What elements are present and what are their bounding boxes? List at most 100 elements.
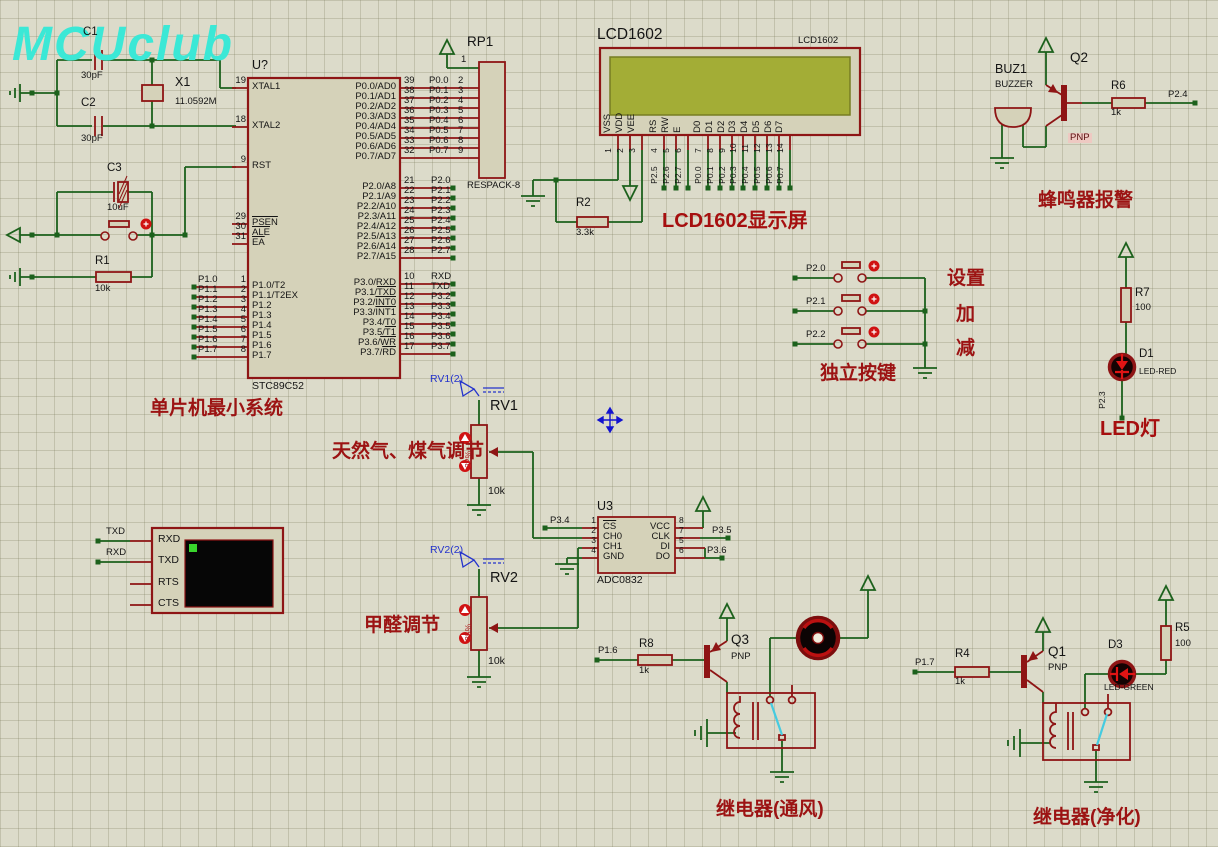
rp1-body[interactable]: [479, 62, 505, 178]
resistor-r1[interactable]: [96, 272, 131, 282]
mcu-pin-number: 19: [235, 76, 246, 86]
relay-fan-contact-nc: [789, 697, 796, 704]
lcd-pin-name: D2: [717, 121, 727, 133]
resistor-r2[interactable]: [577, 217, 608, 227]
q2-type: PNP: [1068, 133, 1092, 143]
reset-button-cap[interactable]: [109, 221, 129, 227]
relay-purify-contact: [1082, 709, 1089, 716]
r8-value: 1k: [639, 666, 649, 676]
lcd-pin-number: 12: [753, 143, 762, 152]
caption-formaldehyde-adjust: 甲醛调节: [364, 616, 440, 636]
resistor-r7[interactable]: [1121, 288, 1131, 322]
mcu-pin-name: XTAL2: [252, 121, 280, 131]
adc-pin-number: 8: [679, 516, 684, 525]
pot-rv2-body[interactable]: [471, 597, 487, 650]
relay-fan-contact: [767, 697, 774, 704]
q2-ref: Q2: [1070, 51, 1088, 65]
resistor-r8[interactable]: [638, 655, 672, 665]
net-p3-6: P3.6: [707, 546, 727, 556]
net-label: P2.7: [431, 246, 451, 256]
adc-pin-number: 7: [679, 526, 684, 535]
mcu-pin-number: 28: [404, 246, 415, 256]
q3-base-bar[interactable]: [704, 645, 710, 678]
c3-ref: C3: [107, 163, 122, 175]
mcu-pin-name: P0.7/AD7: [355, 152, 396, 162]
key-dec-cap[interactable]: [842, 328, 860, 334]
resistor-r5[interactable]: [1161, 626, 1171, 660]
q2-base-bar[interactable]: [1061, 85, 1067, 121]
relay-fan-pole: [779, 735, 785, 740]
lcd-pin-name: D4: [740, 121, 750, 133]
mcu-pin-name: EA: [252, 238, 265, 248]
r7-ref: R7: [1135, 288, 1150, 300]
key-net-p2-0: P2.0: [806, 264, 826, 274]
net-p2-4: P2.4: [1168, 90, 1188, 100]
lcd-pin-number: 2: [616, 148, 625, 153]
relay-purify-pole: [1093, 745, 1099, 750]
caption-key-inc: 加: [956, 305, 975, 325]
lcd-pin-name: E: [673, 127, 683, 133]
mcu-pin-name: P1.7: [252, 351, 272, 361]
rv1-value: 10k: [488, 486, 505, 497]
rp1-part: RESPACK-8: [467, 181, 520, 191]
buzzer-body[interactable]: [995, 108, 1031, 127]
net-label: P2.5: [650, 166, 659, 184]
x1-value: 11.0592M: [175, 97, 217, 107]
net-p1-7: P1.7: [915, 658, 935, 668]
origin-crosshair-icon: [598, 408, 622, 432]
net-label: P0.6: [765, 166, 774, 184]
lcd-pin-number: 9: [718, 148, 727, 153]
buz1-part: BUZZER: [995, 80, 1033, 90]
r1-ref: R1: [95, 256, 110, 268]
key-inc-cap[interactable]: [842, 295, 860, 301]
q1-base-bar[interactable]: [1021, 655, 1027, 688]
mcu-pin-name: P2.7/A15: [357, 252, 396, 262]
net-p2-3: P2.3: [1098, 391, 1107, 409]
caption-key-set: 设置: [947, 269, 985, 289]
lcd-pin-number: 6: [674, 148, 683, 153]
r4-ref: R4: [955, 649, 970, 661]
led-d1[interactable]: [1110, 354, 1135, 380]
caption-keys: 独立按键: [820, 364, 896, 384]
r6-ref: R6: [1111, 81, 1126, 93]
crystal-body[interactable]: [142, 85, 163, 101]
net-label: P0.5: [753, 166, 762, 184]
q1-ref: Q1: [1048, 645, 1066, 659]
key-set-cap[interactable]: [842, 262, 860, 268]
q1-type: PNP: [1048, 663, 1068, 673]
lcd-pin-number: 1: [604, 148, 613, 153]
adc-pin-number: 6: [679, 546, 684, 555]
c3-value: 10uF: [107, 203, 129, 213]
r5-ref: R5: [1175, 623, 1190, 635]
mcuclub-logo: MCUclub: [12, 20, 234, 70]
net-label: P0.7: [429, 146, 449, 156]
lcd-pin-name: VEE: [627, 114, 637, 133]
rv2-wiper-arrow: [489, 623, 498, 633]
c2-value: 30pF: [81, 134, 103, 144]
mcu-pin-number: 18: [235, 115, 246, 125]
mcu-part: STC89C52: [252, 381, 304, 392]
caption-key-dec: 减: [956, 339, 975, 359]
q3-ref: Q3: [731, 633, 749, 647]
q3-type: PNP: [731, 652, 751, 662]
x1-ref: X1: [175, 76, 190, 89]
d3-ref: D3: [1108, 640, 1123, 652]
mcu-pin-number: 32: [404, 146, 415, 156]
key-net-p2-2: P2.2: [806, 330, 826, 340]
net-label: P0.2: [718, 166, 727, 184]
motor[interactable]: [798, 618, 838, 658]
relays[interactable]: [727, 693, 1130, 760]
rv2-ref: RV2: [490, 571, 518, 586]
d1-part: LED-RED: [1139, 367, 1176, 376]
lcd-pin-number: 5: [662, 148, 671, 153]
adc-pin-number: 2: [591, 526, 596, 535]
q2-emitter-arrow: [1048, 84, 1058, 93]
lcd-pin-number: 4: [650, 148, 659, 153]
caption-relay-purify: 继电器(净化): [1033, 808, 1141, 828]
r2-ref: R2: [576, 198, 591, 210]
mcu-pin-number: 8: [241, 345, 246, 355]
rv1-probe: RV1(2): [430, 374, 463, 385]
adc-ref: U3: [597, 500, 613, 513]
lcd-pin-name: RS: [649, 120, 659, 133]
rp1-pin-number: 9: [458, 146, 463, 156]
